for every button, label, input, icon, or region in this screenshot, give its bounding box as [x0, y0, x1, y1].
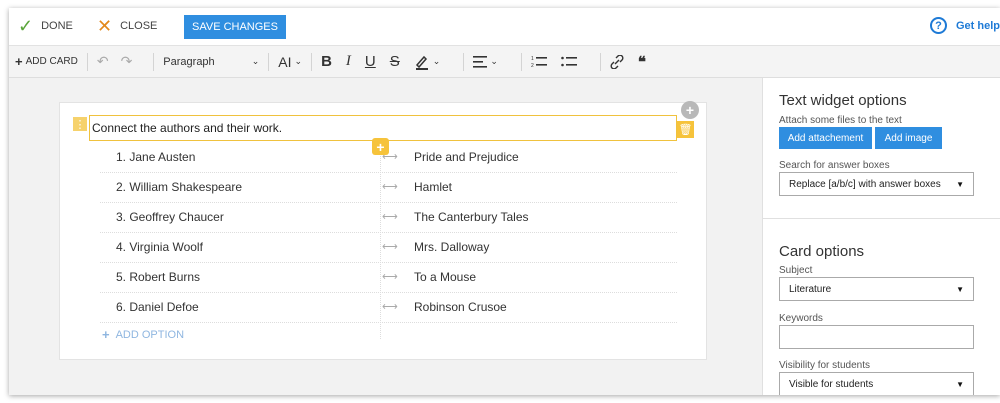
svg-text:1: 1	[531, 56, 534, 62]
card-options-title: Card options	[779, 243, 865, 260]
chevron-down-icon: ⌄	[294, 56, 303, 66]
svg-text:2: 2	[531, 63, 534, 68]
visibility-select-value: Visible for students	[789, 378, 874, 390]
subject-label: Subject	[779, 265, 813, 276]
prompt-text: Connect the authors and their work.	[92, 121, 283, 135]
editor-window: ✓ DONE ✕ CLOSE SAVE CHANGES ? Get help +…	[9, 8, 1000, 395]
add-widget-icon[interactable]: +	[681, 101, 699, 119]
font-size-label: AI	[278, 53, 292, 70]
redo-icon[interactable]: ↷	[121, 53, 133, 70]
subject-select[interactable]: Literature ▼	[779, 277, 974, 301]
match-pair-row[interactable]: 4. Virginia Woolf ⟷ Mrs. Dalloway	[100, 233, 677, 263]
dropdown-arrow-icon: ▼	[956, 284, 964, 294]
toolbar-divider	[311, 52, 313, 71]
options-sidebar: Text widget options Attach some files to…	[762, 78, 1000, 395]
help-icon: ?	[929, 17, 947, 34]
paragraph-style-label: Paragraph	[163, 55, 215, 68]
editor-canvas: + ⋮ Connect the authors and their work. …	[9, 78, 762, 395]
highlight-pen-icon[interactable]: ⌄	[414, 54, 441, 70]
match-pair-row[interactable]: 2. William Shakespeare ⟷ Hamlet	[100, 173, 677, 203]
get-help-link[interactable]: ? Get help	[929, 17, 1000, 34]
author-item[interactable]: 6. Daniel Defoe	[116, 300, 199, 314]
attach-files-label: Attach some files to the text	[779, 115, 902, 126]
toolbar-divider	[268, 52, 270, 71]
check-icon: ✓	[18, 16, 34, 36]
bullet-list-icon[interactable]	[561, 55, 577, 68]
work-item[interactable]: Hamlet	[414, 180, 452, 194]
toolbar-divider	[520, 52, 522, 71]
drag-handle-icon[interactable]: ⋮	[73, 117, 87, 131]
paragraph-style-dropdown[interactable]: Paragraph ⌄	[163, 56, 259, 68]
double-arrow-icon: ⟷	[382, 181, 398, 193]
chevron-down-icon: ⌄	[490, 56, 498, 66]
add-option-label: ADD OPTION	[115, 328, 185, 341]
close-button[interactable]: ✕ CLOSE	[97, 17, 157, 35]
keywords-label: Keywords	[779, 313, 823, 324]
add-card-label: ADD CARD	[25, 56, 78, 67]
plus-icon: +	[15, 54, 23, 69]
toolbar-divider	[86, 52, 88, 71]
double-arrow-icon: ⟷	[382, 211, 398, 223]
trash-icon[interactable]: 🗑	[677, 121, 694, 138]
dropdown-arrow-icon: ▼	[956, 179, 964, 189]
author-item[interactable]: 3. Geoffrey Chaucer	[116, 210, 224, 224]
answer-boxes-select[interactable]: Replace [a/b/c] with answer boxes ▼	[779, 172, 974, 196]
matching-card: + ⋮ Connect the authors and their work. …	[59, 101, 707, 360]
chevron-down-icon: ⌄	[251, 56, 260, 66]
work-item[interactable]: Robinson Crusoe	[414, 300, 507, 314]
close-icon: ✕	[97, 16, 113, 36]
add-attachment-button[interactable]: Add attachement	[779, 127, 872, 149]
quote-icon[interactable]: ❝	[638, 53, 646, 71]
add-image-button[interactable]: Add image	[875, 127, 942, 149]
author-item[interactable]: 1. Jane Austen	[116, 150, 195, 164]
visibility-select[interactable]: Visible for students ▼	[779, 372, 974, 395]
double-arrow-icon: ⟷	[382, 241, 398, 253]
work-item[interactable]: To a Mouse	[414, 270, 476, 284]
visibility-label: Visibility for students	[779, 360, 870, 371]
text-widget-options-section: Text widget options Attach some files to…	[763, 78, 1000, 219]
top-action-bar: ✓ DONE ✕ CLOSE SAVE CHANGES ? Get help	[9, 8, 1000, 45]
dropdown-arrow-icon: ▼	[956, 379, 964, 389]
toolbar-divider	[153, 52, 155, 71]
close-label: CLOSE	[120, 20, 158, 32]
toolbar-divider	[599, 52, 601, 71]
double-arrow-icon: ⟷	[382, 271, 398, 283]
text-widget-options-title: Text widget options	[779, 92, 907, 109]
search-answer-boxes-label: Search for answer boxes	[779, 160, 890, 171]
formatting-toolbar: + ADD CARD ↶ ↷ Paragraph ⌄ AI ⌄ B I U S …	[9, 45, 1000, 78]
match-pair-row[interactable]: 6. Daniel Defoe ⟷ Robinson Crusoe	[100, 293, 677, 323]
help-label: Get help	[955, 19, 1000, 32]
work-item[interactable]: Mrs. Dalloway	[414, 240, 489, 254]
font-size-dropdown[interactable]: AI ⌄	[278, 54, 302, 70]
toolbar-divider	[463, 52, 465, 71]
double-arrow-icon: ⟷	[382, 301, 398, 313]
align-icon[interactable]: ⌄	[473, 55, 498, 68]
add-card-button[interactable]: + ADD CARD	[15, 54, 78, 69]
keywords-input[interactable]	[779, 325, 974, 349]
match-pair-row[interactable]: 5. Robert Burns ⟷ To a Mouse	[100, 263, 677, 293]
subject-select-value: Literature	[789, 283, 832, 295]
italic-icon[interactable]: I	[346, 53, 351, 70]
match-pair-row[interactable]: 3. Geoffrey Chaucer ⟷ The Canterbury Tal…	[100, 203, 677, 233]
answer-boxes-select-value: Replace [a/b/c] with answer boxes	[789, 178, 941, 190]
add-row-icon[interactable]: +	[372, 138, 389, 155]
add-option-button[interactable]: + ADD OPTION	[102, 327, 184, 342]
underline-icon[interactable]: U	[365, 53, 376, 70]
save-changes-button[interactable]: SAVE CHANGES	[184, 15, 286, 39]
bold-icon[interactable]: B	[321, 53, 332, 70]
author-item[interactable]: 4. Virginia Woolf	[116, 240, 203, 254]
plus-icon: +	[102, 327, 110, 342]
link-icon[interactable]	[610, 54, 624, 69]
work-item[interactable]: Pride and Prejudice	[414, 150, 519, 164]
work-item[interactable]: The Canterbury Tales	[414, 210, 529, 224]
done-label: DONE	[41, 20, 73, 32]
undo-icon[interactable]: ↶	[97, 53, 109, 70]
author-item[interactable]: 2. William Shakespeare	[116, 180, 242, 194]
author-item[interactable]: 5. Robert Burns	[116, 270, 200, 284]
done-button[interactable]: ✓ DONE	[18, 17, 73, 35]
match-pairs-list: 1. Jane Austen ⟷ Pride and Prejudice 2. …	[100, 143, 677, 323]
strikethrough-icon[interactable]: S	[390, 53, 400, 70]
chevron-down-icon: ⌄	[432, 56, 441, 66]
numbered-list-icon[interactable]: 12	[531, 55, 547, 68]
